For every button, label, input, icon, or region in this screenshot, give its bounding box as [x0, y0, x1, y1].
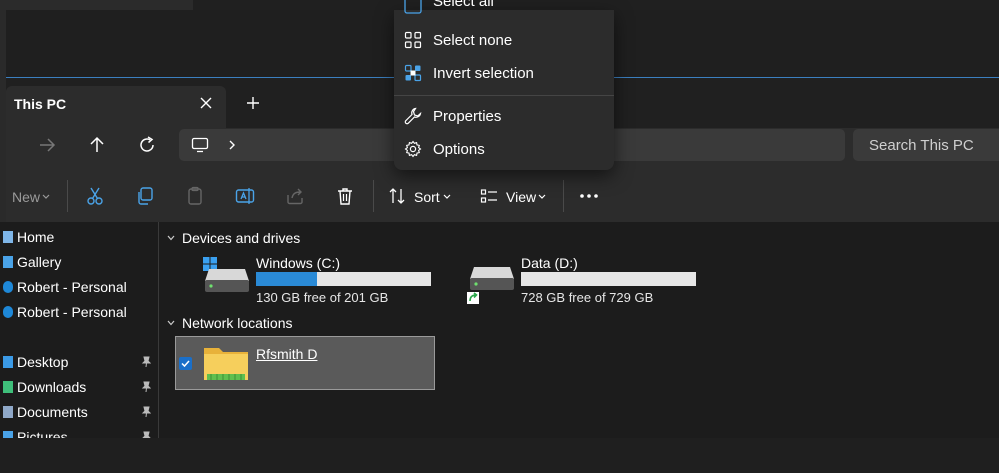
- select-all-icon: [404, 0, 422, 14]
- sidebar-item-onedrive[interactable]: Robert - Personal: [17, 279, 127, 295]
- menu-label: Invert selection: [433, 65, 534, 82]
- network-location-name[interactable]: Rfsmith D: [256, 346, 317, 362]
- cloud-icon: [3, 281, 13, 293]
- gear-icon: [404, 140, 422, 158]
- pin-icon[interactable]: [141, 431, 151, 438]
- refresh-icon[interactable]: [133, 131, 161, 159]
- chevron-down-icon: [443, 194, 451, 199]
- search-placeholder: Search This PC: [869, 137, 974, 154]
- selection-checkbox[interactable]: [179, 357, 192, 370]
- menu-label: Select none: [433, 32, 513, 49]
- sort-button[interactable]: Sort: [414, 189, 440, 205]
- pin-icon[interactable]: [141, 356, 151, 368]
- chevron-down-icon[interactable]: [166, 233, 176, 243]
- home-icon: [3, 231, 13, 243]
- breadcrumb-chevron-icon[interactable]: [227, 139, 237, 151]
- drive-usage-bar: [521, 272, 696, 286]
- gallery-icon: [3, 256, 13, 268]
- close-icon[interactable]: [196, 93, 216, 113]
- chevron-down-icon: [538, 194, 546, 199]
- select-none-icon: [404, 31, 422, 49]
- menu-divider: [394, 95, 614, 96]
- rename-icon[interactable]: [235, 186, 255, 206]
- group-title-network[interactable]: Network locations: [182, 315, 293, 331]
- drive-name: Windows (C:): [256, 255, 341, 271]
- sidebar-item-onedrive[interactable]: Robert - Personal: [17, 304, 127, 320]
- menu-item-properties[interactable]: [394, 100, 614, 132]
- toolbar-divider: [563, 180, 564, 212]
- desktop-icon: [3, 356, 13, 368]
- wrench-icon: [404, 107, 422, 125]
- toolbar-divider: [373, 180, 374, 212]
- drive-usage-bar: [256, 272, 431, 286]
- invert-selection-icon: [404, 64, 422, 82]
- chevron-down-icon: [42, 194, 50, 199]
- windows-drive-icon: [203, 257, 249, 292]
- drive-free-space: 130 GB free of 201 GB: [256, 290, 389, 305]
- downloads-icon: [3, 381, 13, 393]
- view-icon[interactable]: [480, 187, 498, 205]
- sidebar-item-gallery[interactable]: Gallery: [17, 254, 61, 270]
- drive-name: Data (D:): [521, 255, 578, 271]
- view-button[interactable]: View: [506, 189, 536, 205]
- checkmark-icon: [181, 360, 190, 368]
- sidebar-item-documents[interactable]: Documents: [17, 404, 88, 420]
- menu-item-options[interactable]: [394, 133, 614, 165]
- new-tab-icon[interactable]: [243, 93, 263, 113]
- share-icon[interactable]: [285, 186, 305, 206]
- new-button[interactable]: New: [12, 189, 40, 205]
- chevron-down-icon[interactable]: [166, 318, 176, 328]
- cut-icon[interactable]: [85, 186, 105, 206]
- sidebar-item-downloads[interactable]: Downloads: [17, 379, 86, 395]
- paste-icon[interactable]: [185, 186, 205, 206]
- computer-icon: [191, 137, 209, 153]
- tab-title: This PC: [14, 96, 67, 112]
- menu-label: Options: [433, 141, 485, 158]
- network-drive-icon: [467, 267, 514, 304]
- cloud-icon: [3, 306, 13, 318]
- menu-label: Properties: [433, 108, 502, 125]
- documents-icon: [3, 406, 13, 418]
- menu-item-select-all[interactable]: Select all: [394, 0, 614, 22]
- delete-icon[interactable]: [335, 186, 355, 206]
- sidebar-item-home[interactable]: Home: [17, 229, 54, 245]
- pin-icon[interactable]: [141, 381, 151, 393]
- group-title-devices[interactable]: Devices and drives: [182, 230, 300, 246]
- pictures-icon: [3, 431, 13, 438]
- more-options-icon[interactable]: [579, 189, 599, 203]
- up-arrow-icon[interactable]: [83, 131, 111, 159]
- sort-icon[interactable]: [388, 187, 406, 205]
- sidebar-item-desktop[interactable]: Desktop: [17, 354, 68, 370]
- drive-usage-fill: [256, 272, 318, 286]
- copy-icon[interactable]: [135, 186, 155, 206]
- pin-icon[interactable]: [141, 406, 151, 418]
- forward-arrow-icon[interactable]: [33, 131, 61, 159]
- network-folder-icon: [204, 348, 248, 380]
- menu-label: Select all: [433, 0, 494, 10]
- drive-free-space: 728 GB free of 729 GB: [521, 290, 654, 305]
- toolbar-divider: [67, 180, 68, 212]
- sidebar-item-pictures[interactable]: Pictures: [17, 429, 68, 438]
- background-bottom: [0, 438, 999, 473]
